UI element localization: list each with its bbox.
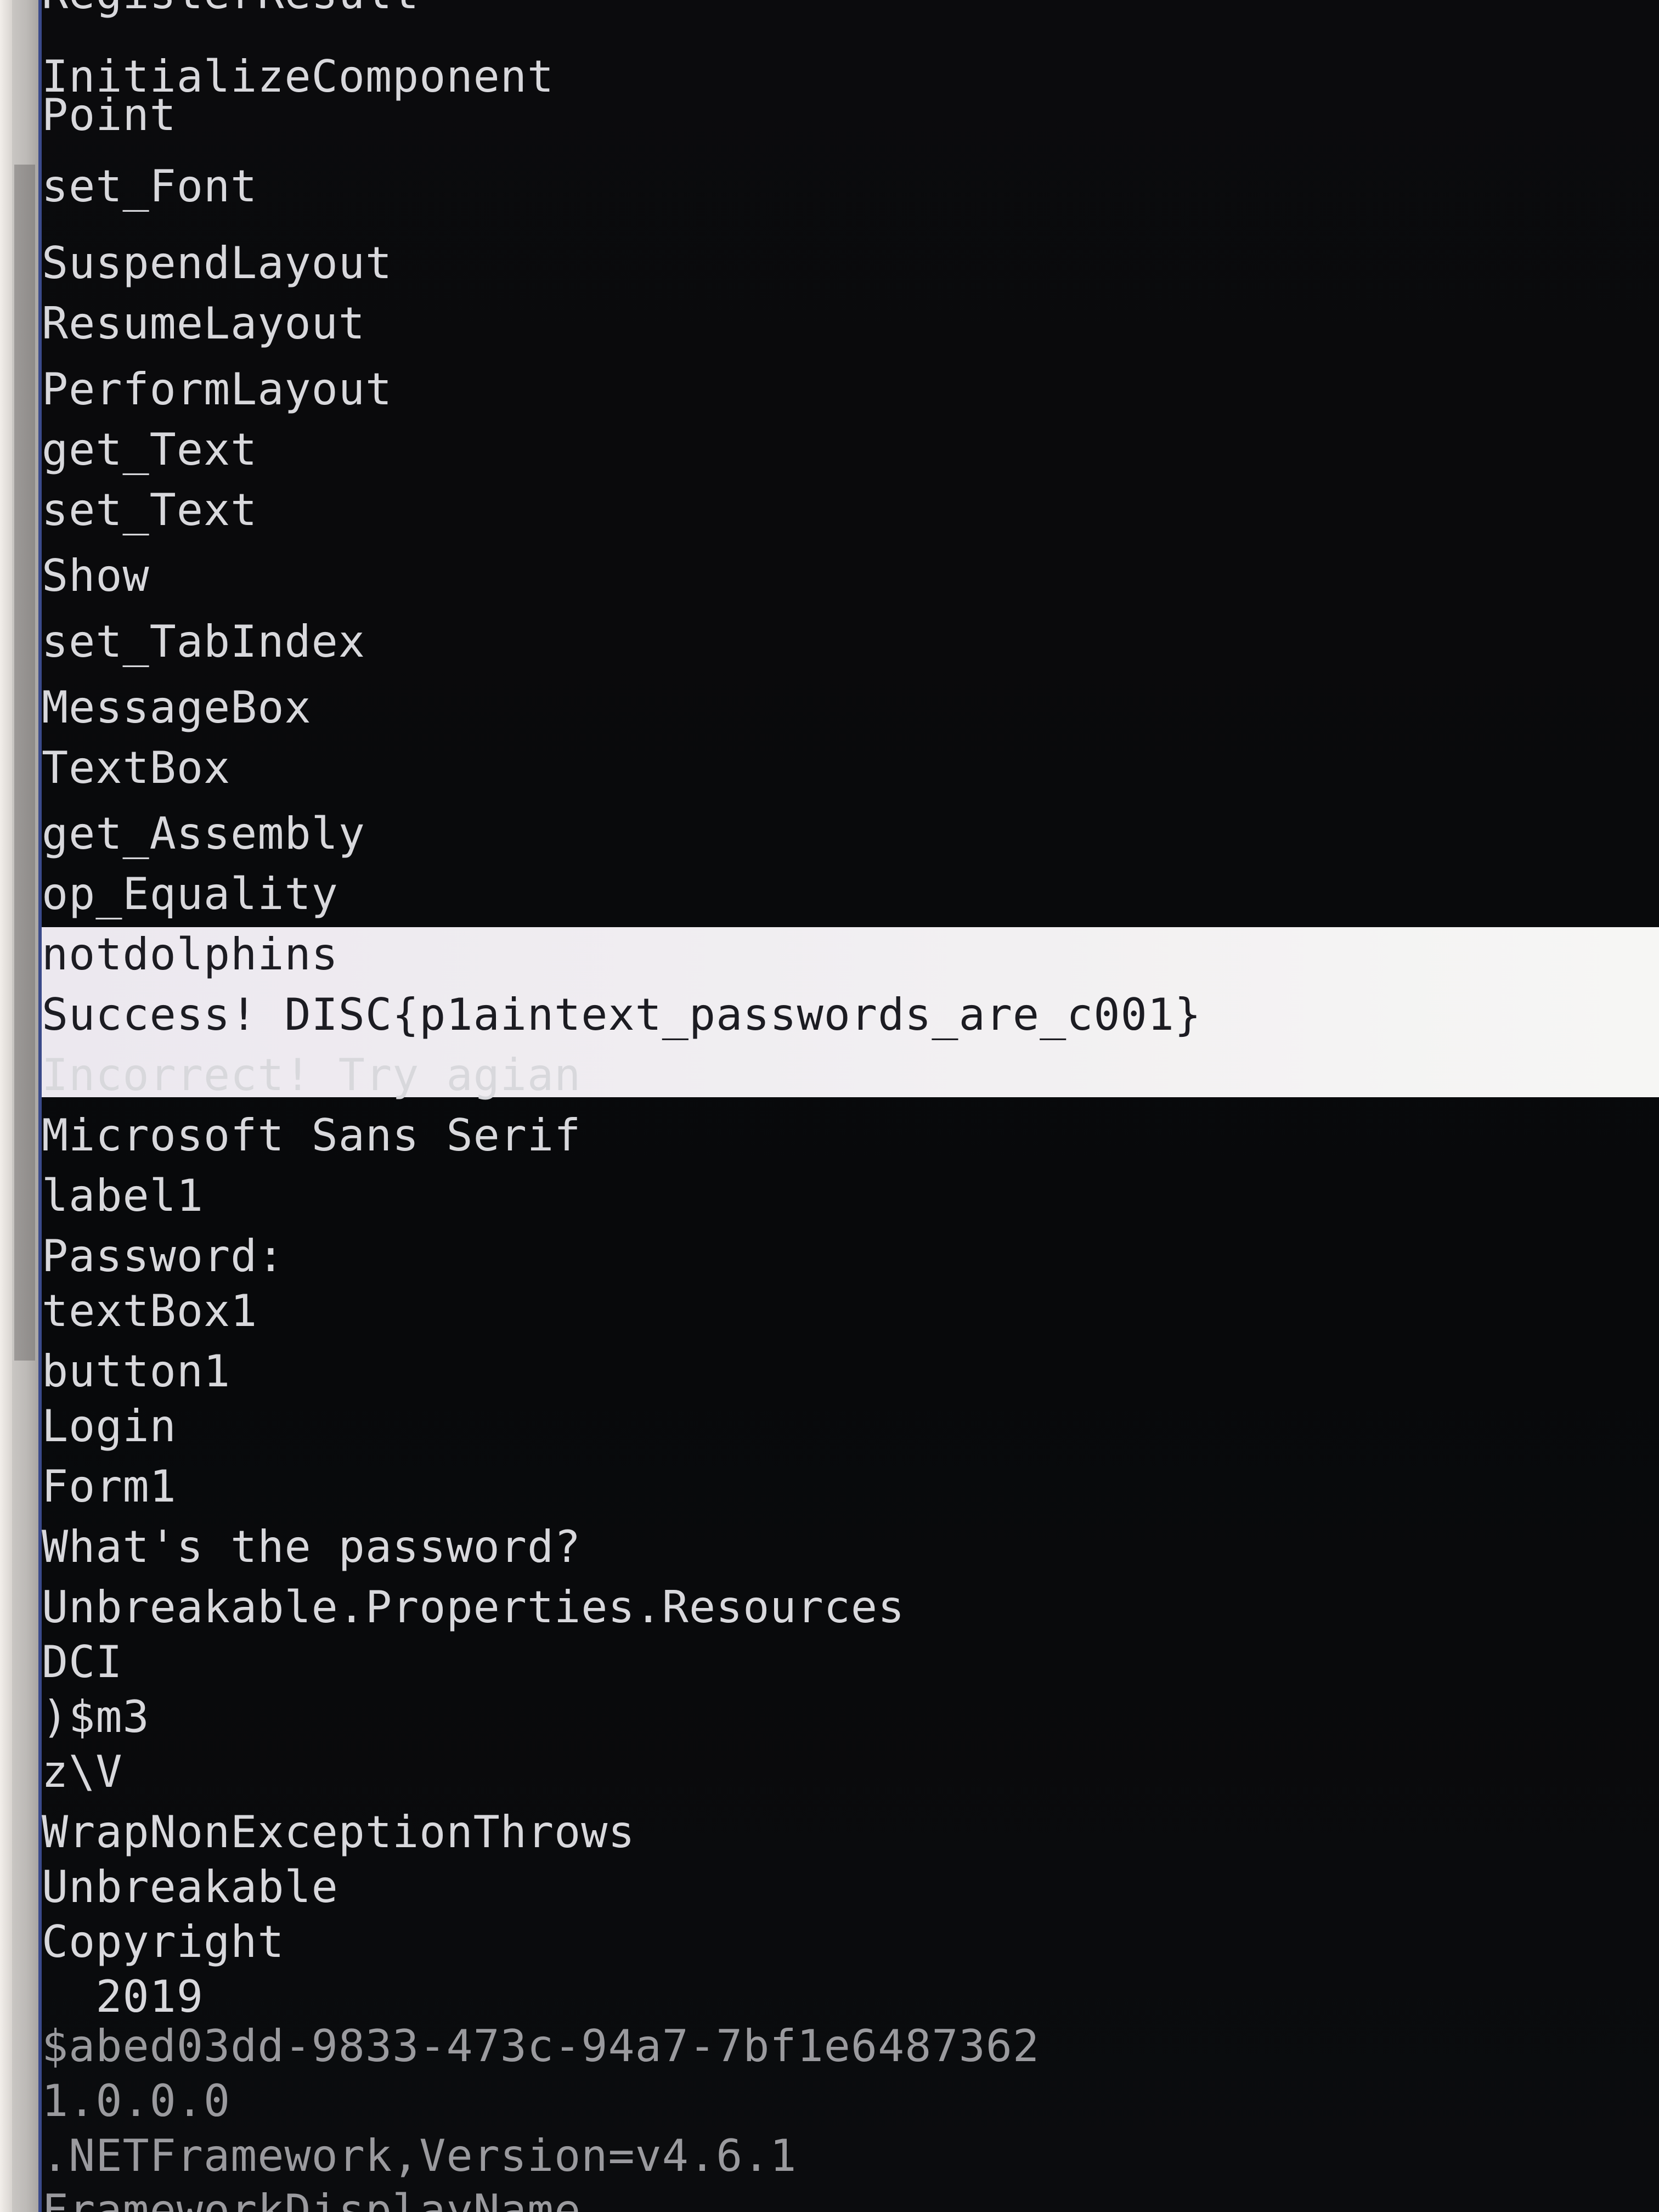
string-line[interactable]: label1 <box>42 1169 204 1223</box>
string-line[interactable]: SuspendLayout <box>42 236 392 291</box>
string-line[interactable]: button1 <box>42 1344 230 1399</box>
string-line[interactable]: set_TabIndex <box>42 614 365 669</box>
string-line[interactable]: Point <box>42 88 177 143</box>
string-line[interactable]: ResumeLayout <box>42 296 365 351</box>
string-line[interactable]: Show <box>42 549 150 603</box>
string-line[interactable]: )$m3 <box>42 1690 150 1745</box>
string-line[interactable]: Password: <box>42 1229 284 1284</box>
string-line[interactable]: 2019 <box>42 1970 204 2024</box>
string-line[interactable]: $abed03dd-9833-473c-94a7-7bf1e6487362 <box>42 2019 1040 2074</box>
string-line[interactable]: set_Font <box>42 159 257 214</box>
string-line[interactable]: FrameworkDisplayName <box>42 2183 581 2212</box>
string-line[interactable]: op_Equality <box>42 867 338 922</box>
string-line[interactable]: get_Text <box>42 422 257 477</box>
string-line[interactable]: MessageBox <box>42 680 312 735</box>
string-line[interactable]: TextBox <box>42 741 230 795</box>
string-line[interactable]: Incorrect! Try agian <box>42 1048 581 1103</box>
string-line[interactable]: get_Assembly <box>42 806 365 861</box>
string-line[interactable]: .NETFramework,Version=v4.6.1 <box>42 2129 797 2183</box>
string-line[interactable]: set_Text <box>42 483 257 538</box>
hex-viewer-screen: RegisterResult InitializeComponent Point… <box>0 0 1659 2212</box>
string-line[interactable]: Microsoft Sans Serif <box>42 1108 581 1163</box>
scrollbar-thumb[interactable] <box>14 165 35 1361</box>
string-line[interactable]: WrapNonExceptionThrows <box>42 1805 635 1860</box>
string-line[interactable]: PerformLayout <box>42 362 392 417</box>
string-line[interactable]: DCI <box>42 1635 123 1690</box>
string-line[interactable]: Copyright <box>42 1915 284 1970</box>
string-line[interactable]: 1.0.0.0 <box>42 2074 230 2129</box>
string-line[interactable]: Login <box>42 1399 177 1454</box>
vertical-scrollbar[interactable] <box>12 0 38 2212</box>
string-line[interactable]: Unbreakable <box>42 1860 338 1915</box>
selected-string-line[interactable]: notdolphins <box>42 927 338 982</box>
string-line[interactable]: Unbreakable.Properties.Resources <box>42 1580 905 1635</box>
string-line[interactable]: RegisterResult <box>42 0 419 21</box>
string-line[interactable]: z\V <box>42 1745 123 1799</box>
string-line[interactable]: Form1 <box>42 1459 177 1514</box>
strings-text-area[interactable]: RegisterResult InitializeComponent Point… <box>42 0 1659 2212</box>
selected-flag-line[interactable]: Success! DISC{p1aintext_passwords_are_c0… <box>42 988 1201 1042</box>
string-line[interactable]: What's the password? <box>42 1520 581 1575</box>
monitor-bezel <box>0 0 12 2212</box>
string-line[interactable]: textBox1 <box>42 1284 257 1339</box>
